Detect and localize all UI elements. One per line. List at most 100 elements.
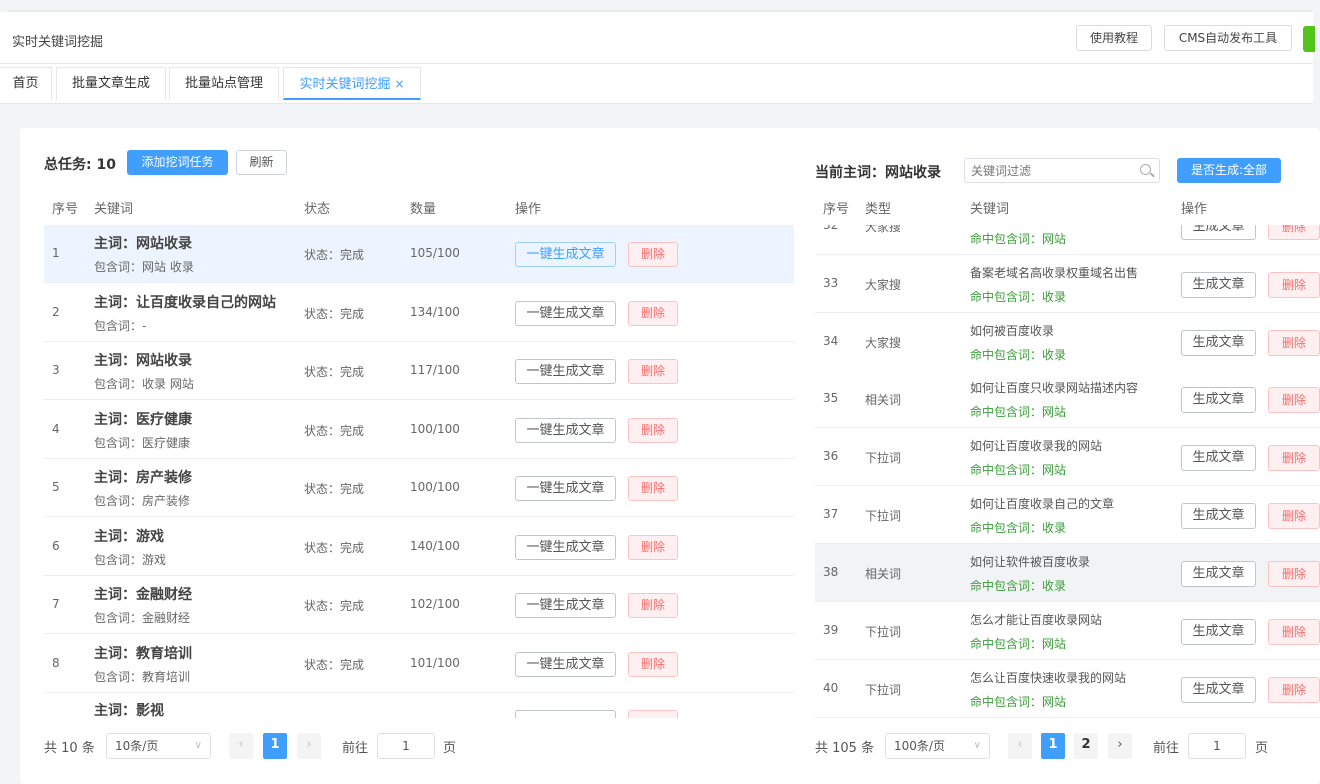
row-status: 状态：完成: [304, 248, 365, 262]
table-row[interactable]: 36 下拉词 如何让百度收录我的网站 命中包含词：网站 生成文章 删除: [815, 428, 1320, 486]
row-hit-word: 命中包含词：收录: [970, 579, 1067, 593]
delete-button[interactable]: 删除: [628, 593, 678, 618]
prev-page-button[interactable]: ‹: [1008, 733, 1032, 759]
generate-article-button[interactable]: 生成文章: [1181, 272, 1256, 298]
generate-article-button[interactable]: 生成文章: [1181, 445, 1256, 471]
col-keyword: 关键词: [970, 202, 1010, 217]
goto-page-input[interactable]: 1: [377, 733, 435, 759]
generate-article-button[interactable]: 生成文章: [1181, 503, 1256, 529]
delete-button[interactable]: 删除: [1268, 330, 1320, 356]
generate-article-button[interactable]: 一键生成文章: [515, 593, 616, 618]
goto-label: 前往: [342, 741, 369, 756]
tab-keyword-mining-label: 实时关键词挖掘: [299, 77, 391, 92]
row-no: 33: [823, 276, 839, 290]
table-row[interactable]: 35 相关词 如何让百度只收录网站描述内容 命中包含词：网站 生成文章 删除: [815, 370, 1320, 428]
page-unit-label: 页: [443, 741, 457, 756]
table-row[interactable]: 32 大家搜 命中包含词：网站 生成文章 删除: [815, 225, 1320, 255]
row-sub-keyword: 包含词：金融财经: [94, 611, 191, 625]
page-title: 实时关键词挖掘: [12, 35, 104, 50]
row-type: 大家搜: [865, 278, 902, 292]
delete-button[interactable]: 删除: [628, 242, 678, 267]
generate-article-button[interactable]: 生成文章: [1181, 330, 1256, 356]
tab-batch-article[interactable]: 批量文章生成: [56, 67, 166, 100]
page-size-select[interactable]: 100条/页 ∨: [885, 733, 990, 759]
tab-home[interactable]: 首页: [0, 67, 52, 100]
row-main-keyword: 主词：医疗健康: [94, 412, 192, 428]
next-page-button[interactable]: ›: [1108, 733, 1132, 759]
row-status: 状态：完成: [304, 658, 365, 672]
delete-button[interactable]: 删除: [628, 418, 678, 443]
delete-button[interactable]: [628, 710, 678, 718]
delete-button[interactable]: 删除: [1268, 445, 1320, 471]
generate-article-button[interactable]: 一键生成文章: [515, 242, 616, 267]
cms-tool-button[interactable]: CMS自动发布工具: [1164, 25, 1292, 51]
table-row[interactable]: 7 主词：金融财经 包含词：金融财经 状态：完成 102/100 一键生成文章 …: [44, 576, 794, 634]
table-row[interactable]: 38 相关词 如何让软件被百度收录 命中包含词：收录 生成文章 删除: [815, 544, 1320, 602]
delete-button[interactable]: 删除: [628, 535, 678, 560]
keyword-filter-input[interactable]: [971, 162, 1131, 180]
generate-article-button[interactable]: [515, 710, 616, 718]
page-1-button[interactable]: 1: [1041, 733, 1065, 759]
delete-button[interactable]: 删除: [628, 301, 678, 326]
delete-button[interactable]: 删除: [1268, 387, 1320, 413]
table-row[interactable]: 5 主词：房产装修 包含词：房产装修 状态：完成 100/100 一键生成文章 …: [44, 459, 794, 517]
green-action-button[interactable]: [1303, 26, 1315, 52]
table-row[interactable]: 40 下拉词 怎么让百度快速收录我的网站 命中包含词：网站 生成文章 删除: [815, 660, 1320, 718]
generate-article-button[interactable]: 生成文章: [1181, 387, 1256, 413]
generate-article-button[interactable]: 生成文章: [1181, 225, 1256, 240]
prev-page-button[interactable]: ‹: [229, 733, 253, 759]
delete-button[interactable]: 删除: [1268, 677, 1320, 703]
row-keyword: 如何让软件被百度收录: [970, 555, 1091, 569]
generate-article-button[interactable]: 一键生成文章: [515, 418, 616, 443]
table-row[interactable]: 主词：影视: [44, 693, 794, 718]
search-icon[interactable]: [1140, 164, 1151, 175]
next-page-button[interactable]: ›: [297, 733, 321, 759]
delete-button[interactable]: 删除: [1268, 225, 1320, 240]
task-summary: 总任务: 10: [44, 154, 116, 174]
table-row[interactable]: 1 主词：网站收录 包含词：网站 收录 状态：完成 105/100 一键生成文章…: [44, 225, 794, 283]
row-count: 100/100: [410, 480, 460, 494]
keyword-filter[interactable]: [964, 158, 1160, 183]
row-no: 1: [52, 246, 60, 260]
row-keyword: 备案老域名高收录权重域名出售: [970, 266, 1139, 280]
page-2-button[interactable]: 2: [1074, 733, 1098, 759]
col-keyword: 关键词: [94, 202, 134, 217]
generate-article-button[interactable]: 一键生成文章: [515, 301, 616, 326]
add-task-button[interactable]: 添加挖词任务: [127, 150, 228, 175]
table-row[interactable]: 8 主词：教育培训 包含词：教育培训 状态：完成 101/100 一键生成文章 …: [44, 635, 794, 693]
table-row[interactable]: 33 大家搜 备案老域名高收录权重域名出售 命中包含词：收录 生成文章 删除: [815, 255, 1320, 313]
goto-page-input[interactable]: 1: [1188, 733, 1246, 759]
main-panel: 总任务: 10 添加挖词任务 刷新 序号 关键词 状态 数量 操作 1 主词：网…: [20, 128, 1320, 784]
generate-article-button[interactable]: 生成文章: [1181, 677, 1256, 703]
generate-article-button[interactable]: 一键生成文章: [515, 476, 616, 501]
delete-button[interactable]: 删除: [1268, 561, 1320, 587]
generate-article-button[interactable]: 生成文章: [1181, 561, 1256, 587]
close-icon[interactable]: ×: [394, 77, 404, 91]
table-row[interactable]: 39 下拉词 怎么才能让百度收录网站 命中包含词：网站 生成文章 删除: [815, 602, 1320, 660]
generate-article-button[interactable]: 一键生成文章: [515, 652, 616, 677]
table-row[interactable]: 34 大家搜 如何被百度收录 命中包含词：收录 生成文章 删除: [815, 313, 1320, 371]
table-row[interactable]: 37 下拉词 如何让百度收录自己的文章 命中包含词：收录 生成文章 删除: [815, 486, 1320, 544]
delete-button[interactable]: 删除: [1268, 619, 1320, 645]
delete-button[interactable]: 删除: [628, 476, 678, 501]
row-count: 101/100: [410, 656, 460, 670]
delete-button[interactable]: 删除: [628, 652, 678, 677]
table-row[interactable]: 3 主词：网站收录 包含词：收录 网站 状态：完成 117/100 一键生成文章…: [44, 342, 794, 400]
generate-article-button[interactable]: 一键生成文章: [515, 535, 616, 560]
table-row[interactable]: 6 主词：游戏 包含词：游戏 状态：完成 140/100 一键生成文章 删除: [44, 518, 794, 576]
generate-article-button[interactable]: 一键生成文章: [515, 359, 616, 384]
row-main-keyword: 主词：网站收录: [94, 236, 192, 252]
generate-article-button[interactable]: 生成文章: [1181, 619, 1256, 645]
tab-batch-site[interactable]: 批量站点管理: [169, 67, 279, 100]
page-size-select[interactable]: 10条/页 ∨: [106, 733, 211, 759]
delete-button[interactable]: 删除: [1268, 503, 1320, 529]
page-1-button[interactable]: 1: [263, 733, 287, 759]
refresh-button[interactable]: 刷新: [236, 150, 287, 175]
table-row[interactable]: 4 主词：医疗健康 包含词：医疗健康 状态：完成 100/100 一键生成文章 …: [44, 401, 794, 459]
delete-button[interactable]: 删除: [628, 359, 678, 384]
tutorial-button[interactable]: 使用教程: [1076, 25, 1152, 51]
tab-keyword-mining[interactable]: 实时关键词挖掘 ×: [283, 67, 421, 100]
table-row[interactable]: 2 主词：让百度收录自己的网站 包含词：- 状态：完成 134/100 一键生成…: [44, 284, 794, 342]
delete-button[interactable]: 删除: [1268, 272, 1320, 298]
generate-filter-button[interactable]: 是否生成:全部: [1177, 158, 1281, 183]
